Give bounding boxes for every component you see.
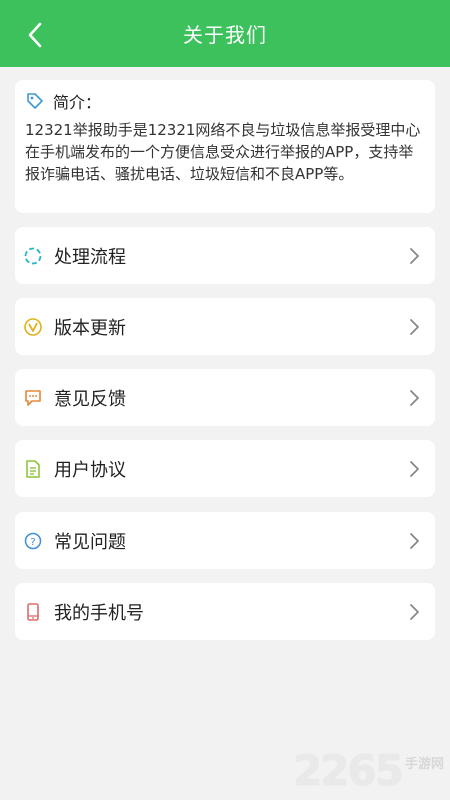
intro-card: 简介： 12321举报助手是12321网络不良与垃圾信息举报受理中心在手机端发布…	[15, 80, 435, 213]
loop-icon	[23, 246, 43, 266]
menu-item-process-flow[interactable]: 处理流程	[15, 227, 435, 284]
chat-bubble-icon	[23, 388, 43, 408]
menu-item-version-update[interactable]: 版本更新	[15, 298, 435, 355]
chevron-left-icon	[28, 22, 42, 48]
menu-item-label: 意见反馈	[54, 388, 126, 410]
menu-item-label: 我的手机号	[54, 602, 144, 624]
page-title: 关于我们	[183, 23, 267, 47]
menu-item-my-phone[interactable]: 我的手机号	[15, 583, 435, 640]
menu-item-label: 版本更新	[54, 317, 126, 339]
chevron-right-icon	[407, 388, 421, 408]
chevron-right-icon	[407, 246, 421, 266]
chevron-right-icon	[407, 459, 421, 479]
menu-item-feedback[interactable]: 意见反馈	[15, 369, 435, 426]
menu-item-user-agreement[interactable]: 用户协议	[15, 440, 435, 497]
watermark-number: 2265	[293, 746, 404, 795]
document-icon	[23, 459, 43, 479]
chevron-right-icon	[407, 602, 421, 622]
watermark-suffix: 手游网	[404, 757, 444, 772]
top-bar: 关于我们	[0, 0, 450, 67]
svg-text:?: ?	[30, 537, 35, 548]
question-icon: ?	[23, 531, 43, 551]
watermark: 2265 手游网	[293, 750, 444, 792]
intro-text: 12321举报助手是12321网络不良与垃圾信息举报受理中心在手机端发布的一个方…	[25, 121, 421, 183]
menu-item-label: 用户协议	[54, 459, 126, 481]
chevron-right-icon	[407, 317, 421, 337]
tag-icon	[25, 91, 45, 111]
menu-item-faq[interactable]: ? 常见问题	[15, 512, 435, 569]
chevron-right-icon	[407, 531, 421, 551]
menu-item-label: 处理流程	[54, 246, 126, 268]
intro-title: 简介：	[53, 93, 102, 112]
version-v-icon	[23, 317, 43, 337]
intro-header: 简介：	[25, 90, 425, 112]
back-button[interactable]	[18, 18, 52, 52]
menu-item-label: 常见问题	[54, 531, 126, 553]
phone-icon	[23, 602, 43, 622]
